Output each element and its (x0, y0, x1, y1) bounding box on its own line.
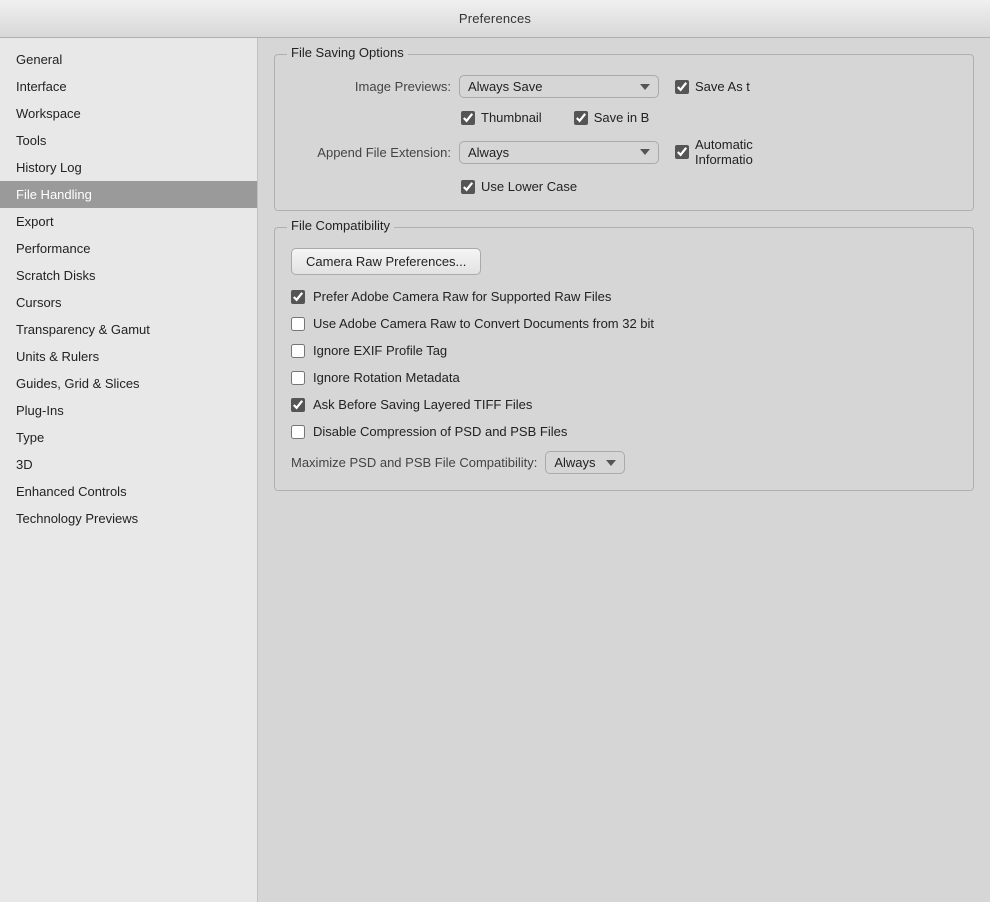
ignore-rotation-label: Ignore Rotation Metadata (313, 370, 460, 385)
compat-items-container: Prefer Adobe Camera Raw for Supported Ra… (291, 289, 957, 439)
append-extension-row: Append File Extension: Always Never Ask … (291, 137, 957, 167)
ask-layered-tiff-label: Ask Before Saving Layered TIFF Files (313, 397, 532, 412)
sidebar-item-file-handling[interactable]: File Handling (0, 181, 257, 208)
sidebar-item-guides-grid-slices[interactable]: Guides, Grid & Slices (0, 370, 257, 397)
sidebar-item-workspace[interactable]: Workspace (0, 100, 257, 127)
sidebar-item-3d[interactable]: 3D (0, 451, 257, 478)
sidebar-item-cursors[interactable]: Cursors (0, 289, 257, 316)
title-bar: Preferences (0, 0, 990, 38)
sidebar-item-type[interactable]: Type (0, 424, 257, 451)
use-lower-case-row: Use Lower Case (291, 179, 957, 194)
append-extension-select[interactable]: Always Never Ask When Saving (459, 141, 659, 164)
save-in-b-label: Save in B (594, 110, 650, 125)
save-as-checkbox[interactable] (675, 80, 689, 94)
thumbnail-row: Thumbnail Save in B (291, 110, 957, 125)
automatic-checkbox[interactable] (675, 145, 689, 159)
ignore-exif-label: Ignore EXIF Profile Tag (313, 343, 447, 358)
compat-item-disable-compression: Disable Compression of PSD and PSB Files (291, 424, 957, 439)
file-saving-legend: File Saving Options (287, 45, 408, 60)
file-compatibility-legend: File Compatibility (287, 218, 394, 233)
save-as-label: Save As t (695, 79, 750, 94)
compat-item-ignore-exif: Ignore EXIF Profile Tag (291, 343, 957, 358)
maximize-row: Maximize PSD and PSB File Compatibility:… (291, 451, 957, 474)
ignore-rotation-checkbox[interactable] (291, 371, 305, 385)
sidebar-item-history-log[interactable]: History Log (0, 154, 257, 181)
disable-compression-label: Disable Compression of PSD and PSB Files (313, 424, 567, 439)
compat-item-prefer-camera-raw: Prefer Adobe Camera Raw for Supported Ra… (291, 289, 957, 304)
maximize-select[interactable]: Always Never Ask (545, 451, 625, 474)
file-saving-section: File Saving Options Image Previews: Alwa… (274, 54, 974, 211)
sidebar-item-general[interactable]: General (0, 46, 257, 73)
file-compatibility-section: File Compatibility Camera Raw Preference… (274, 227, 974, 491)
use-camera-raw-convert-checkbox[interactable] (291, 317, 305, 331)
sidebar-item-enhanced-controls[interactable]: Enhanced Controls (0, 478, 257, 505)
prefer-camera-raw-checkbox[interactable] (291, 290, 305, 304)
maximize-label: Maximize PSD and PSB File Compatibility: (291, 455, 537, 470)
sidebar-item-transparency-gamut[interactable]: Transparency & Gamut (0, 316, 257, 343)
thumbnail-checkbox[interactable] (461, 111, 475, 125)
image-previews-select[interactable]: Always Save Never Save Ask When Saving (459, 75, 659, 98)
sidebar-item-tools[interactable]: Tools (0, 127, 257, 154)
prefer-camera-raw-label: Prefer Adobe Camera Raw for Supported Ra… (313, 289, 611, 304)
append-extension-label: Append File Extension: (291, 145, 451, 160)
sidebar-item-plug-ins[interactable]: Plug-Ins (0, 397, 257, 424)
sidebar-item-scratch-disks[interactable]: Scratch Disks (0, 262, 257, 289)
compat-item-ask-layered-tiff: Ask Before Saving Layered TIFF Files (291, 397, 957, 412)
window-title: Preferences (459, 11, 531, 26)
camera-raw-button[interactable]: Camera Raw Preferences... (291, 248, 481, 275)
sidebar-item-export[interactable]: Export (0, 208, 257, 235)
use-camera-raw-convert-label: Use Adobe Camera Raw to Convert Document… (313, 316, 654, 331)
thumbnail-label: Thumbnail (481, 110, 542, 125)
image-previews-row: Image Previews: Always Save Never Save A… (291, 75, 957, 98)
ignore-exif-checkbox[interactable] (291, 344, 305, 358)
ask-layered-tiff-checkbox[interactable] (291, 398, 305, 412)
image-previews-label: Image Previews: (291, 79, 451, 94)
sidebar-item-performance[interactable]: Performance (0, 235, 257, 262)
use-lower-case-label: Use Lower Case (481, 179, 577, 194)
disable-compression-checkbox[interactable] (291, 425, 305, 439)
sidebar: GeneralInterfaceWorkspaceToolsHistory Lo… (0, 38, 258, 902)
compat-item-use-camera-raw-convert: Use Adobe Camera Raw to Convert Document… (291, 316, 957, 331)
save-in-b-checkbox[interactable] (574, 111, 588, 125)
compat-item-ignore-rotation: Ignore Rotation Metadata (291, 370, 957, 385)
sidebar-item-units-rulers[interactable]: Units & Rulers (0, 343, 257, 370)
use-lower-case-checkbox[interactable] (461, 180, 475, 194)
content-area: File Saving Options Image Previews: Alwa… (258, 38, 990, 902)
main-container: GeneralInterfaceWorkspaceToolsHistory Lo… (0, 38, 990, 902)
sidebar-item-interface[interactable]: Interface (0, 73, 257, 100)
automatic-label: AutomaticInformatio (695, 137, 753, 167)
sidebar-item-technology-previews[interactable]: Technology Previews (0, 505, 257, 532)
